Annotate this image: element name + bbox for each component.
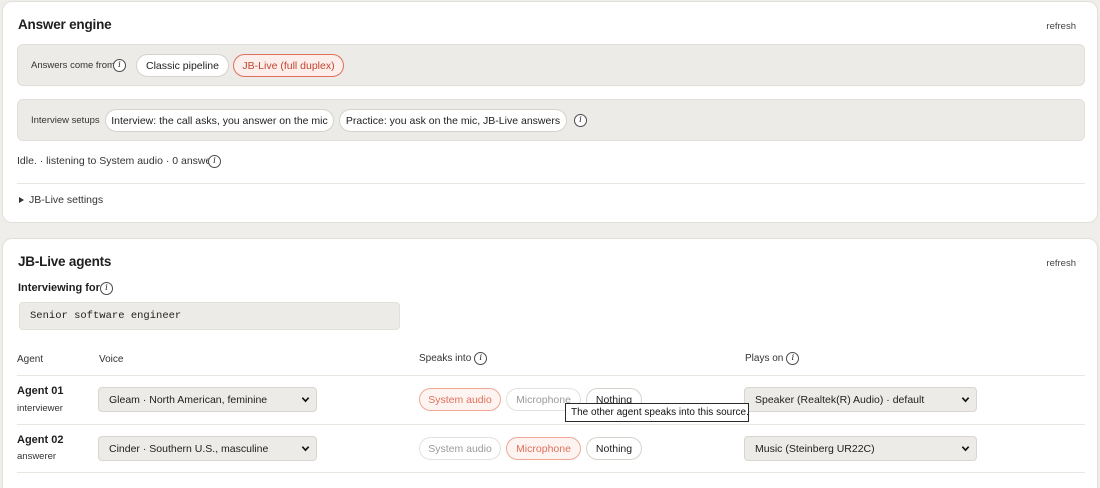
interviewing-for-info-icon[interactable]: i (100, 282, 113, 295)
column-speaks-into-label: Speaks into (419, 353, 472, 364)
column-header-plays-on: Plays on i (745, 352, 800, 365)
jb-live-settings-toggle[interactable]: JB-Live settings (19, 194, 103, 206)
column-plays-on-label: Plays on (745, 353, 784, 364)
agent-02-voice-value: Cinder · Southern U.S., masculine (109, 442, 269, 455)
setup-practice-button[interactable]: Practice: you ask on the mic, JB-Live an… (339, 109, 567, 132)
disclosure-triangle-icon (19, 197, 24, 203)
answer-source-label: Answers come from (31, 60, 115, 71)
interviewing-for-label: Interviewing for (18, 282, 100, 294)
agent-01-role: interviewer (17, 403, 63, 414)
chevron-down-icon (961, 446, 970, 452)
answer-source-info-icon[interactable]: i (113, 59, 126, 72)
answer-engine-card: Answer engine refresh Answers come from … (2, 1, 1098, 223)
chevron-down-icon (301, 397, 310, 403)
interview-setups-panel: Interview setups Interview: the call ask… (17, 99, 1085, 141)
column-voice-label: Voice (99, 354, 124, 365)
engine-status-info-icon[interactable]: i (208, 155, 221, 168)
answer-engine-title: Answer engine (18, 17, 112, 32)
agents-refresh-link[interactable]: refresh (1046, 258, 1076, 269)
agent-02-name: Agent 02 (17, 434, 64, 446)
column-header-agent: Agent (17, 354, 43, 365)
engine-status-text: Idle. · listening to System audio · 0 an… (17, 155, 221, 167)
agent-01-voice-value: Gleam · North American, feminine (109, 393, 268, 406)
agent-02-plays-on-select[interactable]: Music (Steinberg UR22C) (744, 436, 977, 461)
interview-setups-info-icon[interactable]: i (574, 114, 587, 127)
agent-02-speaks-microphone[interactable]: Microphone (506, 437, 581, 460)
row-divider (17, 375, 1085, 376)
setup-interview-button[interactable]: Interview: the call asks, you answer on … (105, 109, 334, 132)
row-divider (17, 424, 1085, 425)
answer-source-panel: Answers come from i Classic pipeline JB-… (17, 44, 1085, 86)
agents-title: JB-Live agents (18, 254, 112, 269)
source-jb-live-button[interactable]: JB-Live (full duplex) (233, 54, 344, 77)
agent-01-plays-on-select[interactable]: Speaker (Realtek(R) Audio) · default (744, 387, 977, 412)
row-divider (17, 472, 1085, 473)
agent-01-plays-on-value: Speaker (Realtek(R) Audio) · default (755, 393, 925, 406)
agent-02-speaks-system-audio[interactable]: System audio (419, 437, 501, 460)
interview-setups-label: Interview setups (31, 115, 100, 126)
agent-02-plays-on-value: Music (Steinberg UR22C) (755, 442, 875, 455)
agent-01-speaks-system-audio[interactable]: System audio (419, 388, 501, 411)
agent-01-name: Agent 01 (17, 385, 64, 397)
answer-engine-refresh-link[interactable]: refresh (1046, 21, 1076, 32)
jb-live-agents-card: JB-Live agents refresh Interviewing for … (2, 238, 1098, 488)
agent-02-role: answerer (17, 451, 57, 462)
speaks-into-info-icon[interactable]: i (474, 352, 488, 365)
agent-01-voice-select[interactable]: Gleam · North American, feminine (98, 387, 317, 412)
column-agent-label: Agent (17, 354, 44, 365)
agent-02-voice-select[interactable]: Cinder · Southern U.S., masculine (98, 436, 317, 461)
source-classic-pipeline-button[interactable]: Classic pipeline (136, 54, 229, 77)
jb-live-settings-label: JB-Live settings (29, 194, 104, 206)
interviewing-for-input[interactable]: Senior software engineer (19, 302, 400, 330)
column-header-voice: Voice (99, 354, 123, 365)
agent-02-speaks-nothing[interactable]: Nothing (586, 437, 642, 460)
chevron-down-icon (961, 397, 970, 403)
plays-on-info-icon[interactable]: i (786, 352, 800, 365)
settings-divider (17, 183, 1085, 184)
speaks-into-tooltip: The other agent speaks into this source. (565, 403, 749, 422)
column-header-speaks-into: Speaks into i (419, 352, 488, 365)
chevron-down-icon (301, 446, 310, 452)
